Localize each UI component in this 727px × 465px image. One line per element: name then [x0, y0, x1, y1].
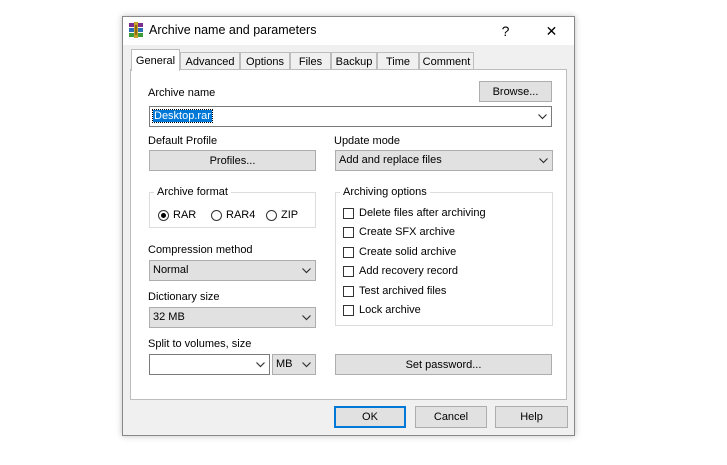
archive-name-label: Archive name: [148, 87, 216, 99]
checkbox-icon: [343, 286, 354, 297]
title-bar[interactable]: Archive name and parameters ? ✕: [123, 17, 574, 45]
compression-method-value: Normal: [153, 264, 189, 276]
radio-icon: [158, 210, 169, 221]
browse-button[interactable]: Browse...: [479, 81, 552, 102]
option-test-files-checkbox[interactable]: Test archived files: [343, 285, 548, 299]
profiles-button[interactable]: Profiles...: [149, 150, 316, 171]
archive-name-value: Desktop.rar: [152, 109, 213, 123]
window-title: Archive name and parameters: [149, 23, 317, 37]
split-volumes-label: Split to volumes, size: [148, 338, 252, 350]
radio-icon: [211, 210, 222, 221]
compression-method-label: Compression method: [148, 244, 253, 256]
option-solid-archive-checkbox[interactable]: Create solid archive: [343, 246, 548, 260]
general-tab-panel: Archive name Browse... Desktop.rar Defau…: [130, 69, 567, 400]
dictionary-size-label: Dictionary size: [148, 291, 220, 303]
archive-format-label: Archive format: [154, 186, 231, 198]
close-icon: ✕: [545, 22, 558, 39]
compression-method-select[interactable]: Normal: [149, 260, 316, 281]
chevron-down-icon[interactable]: [256, 362, 265, 368]
cancel-button[interactable]: Cancel: [415, 406, 487, 428]
tab-files[interactable]: Files: [290, 52, 331, 70]
tab-backup[interactable]: Backup: [331, 52, 377, 70]
archive-name-input[interactable]: Desktop.rar: [149, 106, 552, 127]
option-create-sfx-checkbox[interactable]: Create SFX archive: [343, 226, 548, 240]
format-rar-radio[interactable]: RAR: [158, 209, 208, 223]
help-icon: ?: [501, 23, 510, 39]
tab-comment[interactable]: Comment: [419, 52, 474, 70]
chevron-down-icon[interactable]: [538, 114, 547, 120]
tab-time[interactable]: Time: [377, 52, 419, 70]
archiving-options-label: Archiving options: [340, 186, 430, 198]
radio-icon: [266, 210, 277, 221]
checkbox-icon: [343, 266, 354, 277]
checkbox-icon: [343, 247, 354, 258]
archive-dialog: Archive name and parameters ? ✕ General …: [122, 16, 575, 436]
tab-advanced[interactable]: Advanced: [180, 52, 240, 70]
set-password-button[interactable]: Set password...: [335, 354, 552, 375]
tab-general[interactable]: General: [131, 49, 180, 71]
split-unit-select[interactable]: MB: [272, 354, 316, 375]
checkbox-icon: [343, 227, 354, 238]
split-size-input[interactable]: [149, 354, 270, 375]
chevron-down-icon: [302, 268, 311, 274]
format-rar4-radio[interactable]: RAR4: [211, 209, 267, 223]
dictionary-size-value: 32 MB: [153, 311, 185, 323]
checkbox-icon: [343, 208, 354, 219]
option-lock-archive-checkbox[interactable]: Lock archive: [343, 304, 548, 318]
chevron-down-icon: [302, 315, 311, 321]
option-delete-files-checkbox[interactable]: Delete files after archiving: [343, 207, 548, 221]
close-button[interactable]: ✕: [529, 17, 574, 45]
update-mode-select[interactable]: Add and replace files: [335, 150, 553, 171]
chevron-down-icon: [302, 362, 311, 368]
default-profile-label: Default Profile: [148, 135, 218, 147]
update-mode-label: Update mode: [334, 135, 401, 147]
winrar-app-icon: [129, 22, 143, 38]
dictionary-size-select[interactable]: 32 MB: [149, 307, 316, 328]
ok-button[interactable]: OK: [334, 406, 406, 428]
tab-options[interactable]: Options: [240, 52, 290, 70]
format-zip-radio[interactable]: ZIP: [266, 209, 312, 223]
chevron-down-icon: [539, 158, 548, 164]
split-unit-value: MB: [276, 358, 293, 370]
update-mode-value: Add and replace files: [339, 154, 442, 166]
checkbox-icon: [343, 305, 354, 316]
option-recovery-record-checkbox[interactable]: Add recovery record: [343, 265, 548, 279]
help-button[interactable]: Help: [495, 406, 568, 428]
help-title-button[interactable]: ?: [483, 17, 528, 45]
